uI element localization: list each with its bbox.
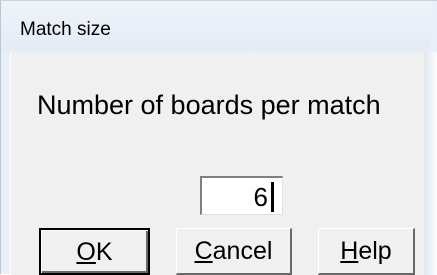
input-value: 6: [253, 182, 268, 212]
window-edge: [424, 52, 437, 275]
window-title: Match size: [20, 19, 111, 40]
boards-per-match-input[interactable]: 6: [200, 176, 283, 215]
boards-per-match-label: Number of boards per match: [37, 90, 381, 120]
title-bar[interactable]: Match size: [1, 1, 431, 51]
ok-label-rest: K: [95, 237, 113, 266]
cancel-button[interactable]: Cancel: [176, 228, 292, 275]
help-label-rest: elp: [358, 237, 392, 265]
help-mnemonic: H: [340, 237, 359, 265]
cancel-mnemonic: C: [194, 237, 213, 265]
ok-button[interactable]: OK: [39, 228, 150, 275]
match-size-dialog: Match size Number of boards per match 6 …: [0, 0, 437, 275]
text-caret: [271, 182, 274, 212]
help-button[interactable]: Help: [318, 228, 415, 275]
ok-mnemonic: O: [76, 237, 96, 266]
cancel-label-rest: ancel: [212, 237, 273, 265]
